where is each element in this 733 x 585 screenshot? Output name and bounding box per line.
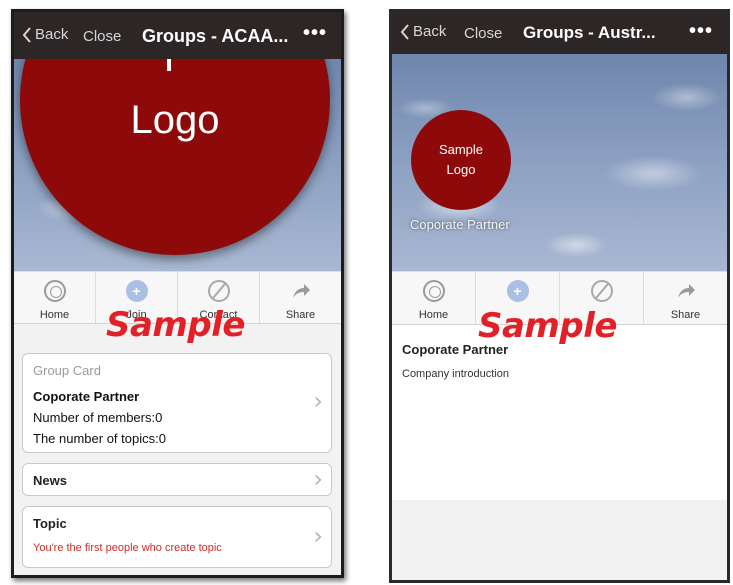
group-banner: Logo [14, 59, 341, 271]
group-card[interactable]: Group Card Coporate Partner Number of me… [22, 353, 332, 453]
back-button[interactable]: Back [400, 23, 446, 40]
member-count: Number of members:0 [33, 410, 163, 425]
join-icon: + [125, 280, 148, 302]
topic-title: Topic [33, 516, 67, 531]
company-introduction: Company introduction [402, 368, 510, 380]
close-button[interactable]: Close [464, 25, 502, 42]
topic-count: The number of topics:0 [33, 431, 166, 446]
home-icon [43, 280, 66, 302]
home-icon [422, 280, 445, 302]
news-item[interactable]: News › [22, 463, 332, 496]
logo-text-fragment [167, 59, 171, 71]
chevron-left-icon [400, 23, 409, 40]
close-button[interactable]: Close [83, 28, 121, 45]
chevron-right-icon: › [313, 465, 323, 493]
contact-icon [590, 280, 613, 302]
tab-label: Home [39, 309, 70, 321]
page-title: Groups - Austr... [523, 23, 656, 42]
back-label: Back [413, 23, 447, 40]
group-banner: Sample Logo Coporate Partner [392, 54, 727, 271]
chevron-left-icon [22, 26, 31, 43]
chevron-right-icon: › [313, 387, 323, 415]
sample-watermark: Sample [478, 306, 617, 346]
topic-subtitle: You're the first people who create topic [33, 542, 222, 554]
topic-item[interactable]: Topic You're the first people who create… [22, 506, 332, 568]
banner-caption: Coporate Partner [410, 217, 510, 232]
company-name: Coporate Partner [402, 342, 509, 357]
tab-label: Home [418, 309, 449, 321]
group-logo: Sample Logo [411, 110, 511, 210]
back-button[interactable]: Back [22, 26, 68, 43]
logo-text-line: Sample [438, 142, 484, 157]
group-card-header: Group Card [33, 363, 101, 378]
news-title: News [33, 473, 67, 488]
tab-label: Share [670, 309, 701, 321]
tab-home[interactable]: Home [392, 272, 476, 324]
right-phone-screen: Back Close Groups - Austr... ••• Sample … [389, 9, 730, 583]
share-icon [677, 284, 695, 298]
share-icon [292, 284, 310, 298]
more-menu-icon[interactable]: ••• [303, 22, 327, 45]
left-phone-screen: Back Close Groups - ACAA... ••• Logo Hom… [11, 9, 344, 578]
logo-text-line: Logo [446, 162, 476, 177]
sample-watermark: Sample [106, 305, 245, 345]
nav-bar: Back Close Groups - Austr... ••• [392, 12, 727, 54]
chevron-right-icon: › [313, 522, 323, 550]
more-menu-icon[interactable]: ••• [689, 20, 713, 43]
logo-text: Logo [130, 98, 220, 142]
tab-share[interactable]: Share [260, 272, 341, 323]
group-logo: Logo [20, 59, 330, 255]
contact-icon [207, 280, 230, 302]
tab-label: Share [285, 309, 316, 321]
back-label: Back [35, 26, 69, 43]
tab-share[interactable]: Share [644, 272, 727, 324]
tab-home[interactable]: Home [14, 272, 96, 323]
group-name: Coporate Partner [33, 389, 140, 404]
nav-bar: Back Close Groups - ACAA... ••• [14, 12, 341, 59]
page-title: Groups - ACAA... [142, 26, 289, 46]
join-icon: + [506, 280, 529, 302]
